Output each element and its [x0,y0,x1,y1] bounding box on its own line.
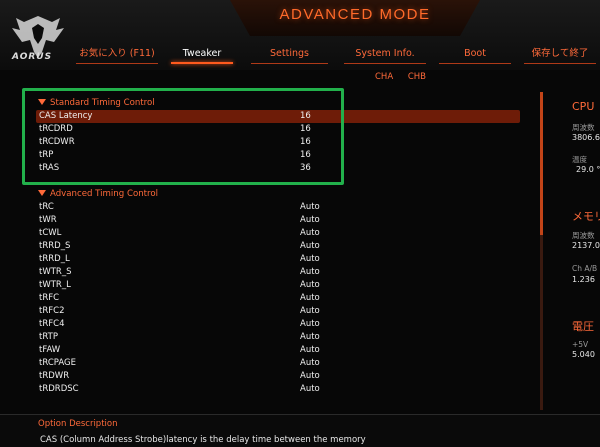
mem-freq-value: 2137.0 [572,241,600,250]
advanced-timing-header[interactable]: Advanced Timing Control [38,189,158,199]
tab-favorites[interactable]: お気に入り (F11) [72,46,162,66]
cpu-freq-label: 周波数 [572,123,595,132]
setting-label: tRCPAGE [39,358,76,368]
setting-value: Auto [300,241,320,251]
setting-row-trcpage[interactable]: tRCPAGE Auto [36,357,520,370]
mode-title: ADVANCED MODE [279,6,431,23]
mem-ch-label: Ch A/B [572,264,598,273]
setting-row-trc[interactable]: tRC Auto [36,201,520,214]
setting-row-trfc[interactable]: tRFC Auto [36,292,520,305]
setting-value: Auto [300,228,320,238]
cpu-temp-value: 29.0 ° [576,165,600,174]
hardware-monitor-panel: CPU 周波数 3806.6 温度 29.0 ° メモリ 周波数 2137.0 … [567,98,600,428]
setting-value: Auto [300,293,320,303]
option-description-text: CAS (Column Address Strobe)latency is th… [40,435,366,445]
collapse-triangle-icon [38,190,46,196]
setting-label: tRDWR [39,371,70,381]
tab-tweaker[interactable]: Tweaker [167,46,237,66]
mem-ch-value: 1.236 [572,275,595,284]
tab-save-exit[interactable]: 保存して終了 [520,46,600,66]
advanced-timing-title: Advanced Timing Control [50,189,159,199]
cpu-title: CPU [572,100,595,113]
channel-labels: CHA CHB [375,72,438,82]
memory-title: メモリ [572,210,600,223]
setting-row-trrd-l[interactable]: tRRD_L Auto [36,253,520,266]
setting-value: Auto [300,202,320,212]
setting-label: tRC [39,202,54,212]
brand-logo-text: AORUS [12,52,53,62]
setting-row-twtr-l[interactable]: tWTR_L Auto [36,279,520,292]
option-description-panel: Option Description CAS (Column Address S… [0,414,600,447]
setting-label: tRRD_S [39,241,71,251]
tab-settings[interactable]: Settings [247,46,332,66]
setting-value: Auto [300,345,320,355]
setting-value: Auto [300,319,320,329]
setting-value: Auto [300,332,320,342]
setting-label: tRDRDSC [39,384,79,394]
setting-label: tRRD_L [39,254,70,264]
setting-value: Auto [300,267,320,277]
setting-row-trrd-s[interactable]: tRRD_S Auto [36,240,520,253]
setting-row-tfaw[interactable]: tFAW Auto [36,344,520,357]
setting-value: Auto [300,215,320,225]
tab-boot[interactable]: Boot [435,46,515,66]
setting-row-trdrdsc[interactable]: tRDRDSC Auto [36,383,520,396]
setting-label: tRFC2 [39,306,65,316]
setting-row-twtr-s[interactable]: tWTR_S Auto [36,266,520,279]
cpu-temp-label: 温度 [572,155,587,164]
channel-b-label: CHB [407,72,427,82]
channel-a-label: CHA [375,72,394,82]
main-tabs: お気に入り (F11) Tweaker Settings System Info… [72,46,600,66]
setting-value: Auto [300,306,320,316]
mem-freq-label: 周波数 [572,231,595,240]
setting-value: Auto [300,254,320,264]
setting-label: tFAW [39,345,61,355]
setting-row-trtp[interactable]: tRTP Auto [36,331,520,344]
setting-label: tWTR_S [39,267,72,277]
setting-label: tRFC [39,293,60,303]
setting-row-tcwl[interactable]: tCWL Auto [36,227,520,240]
highlight-box [22,88,344,185]
setting-label: tCWL [39,228,62,238]
setting-label: tRFC4 [39,319,65,329]
setting-row-trfc2[interactable]: tRFC2 Auto [36,305,520,318]
header-bar: AORUS ADVANCED MODE お気に入り (F11) Tweaker … [0,0,600,70]
setting-value: Auto [300,358,320,368]
v5-label: +5V [572,340,589,349]
setting-label: tRTP [39,332,58,342]
setting-value: Auto [300,384,320,394]
tab-system-info[interactable]: System Info. [340,46,430,66]
cpu-freq-value: 3806.6 [572,133,600,142]
setting-label: tWTR_L [39,280,71,290]
setting-row-trfc4[interactable]: tRFC4 Auto [36,318,520,331]
v5-value: 5.040 [572,350,595,359]
setting-value: Auto [300,371,320,381]
scrollbar-thumb[interactable] [540,92,543,235]
voltage-title: 電圧 [572,320,594,333]
setting-row-twr[interactable]: tWR Auto [36,214,520,227]
setting-label: tWR [39,215,57,225]
setting-value: Auto [300,280,320,290]
setting-row-trdwr[interactable]: tRDWR Auto [36,370,520,383]
option-description-title: Option Description [38,419,118,429]
